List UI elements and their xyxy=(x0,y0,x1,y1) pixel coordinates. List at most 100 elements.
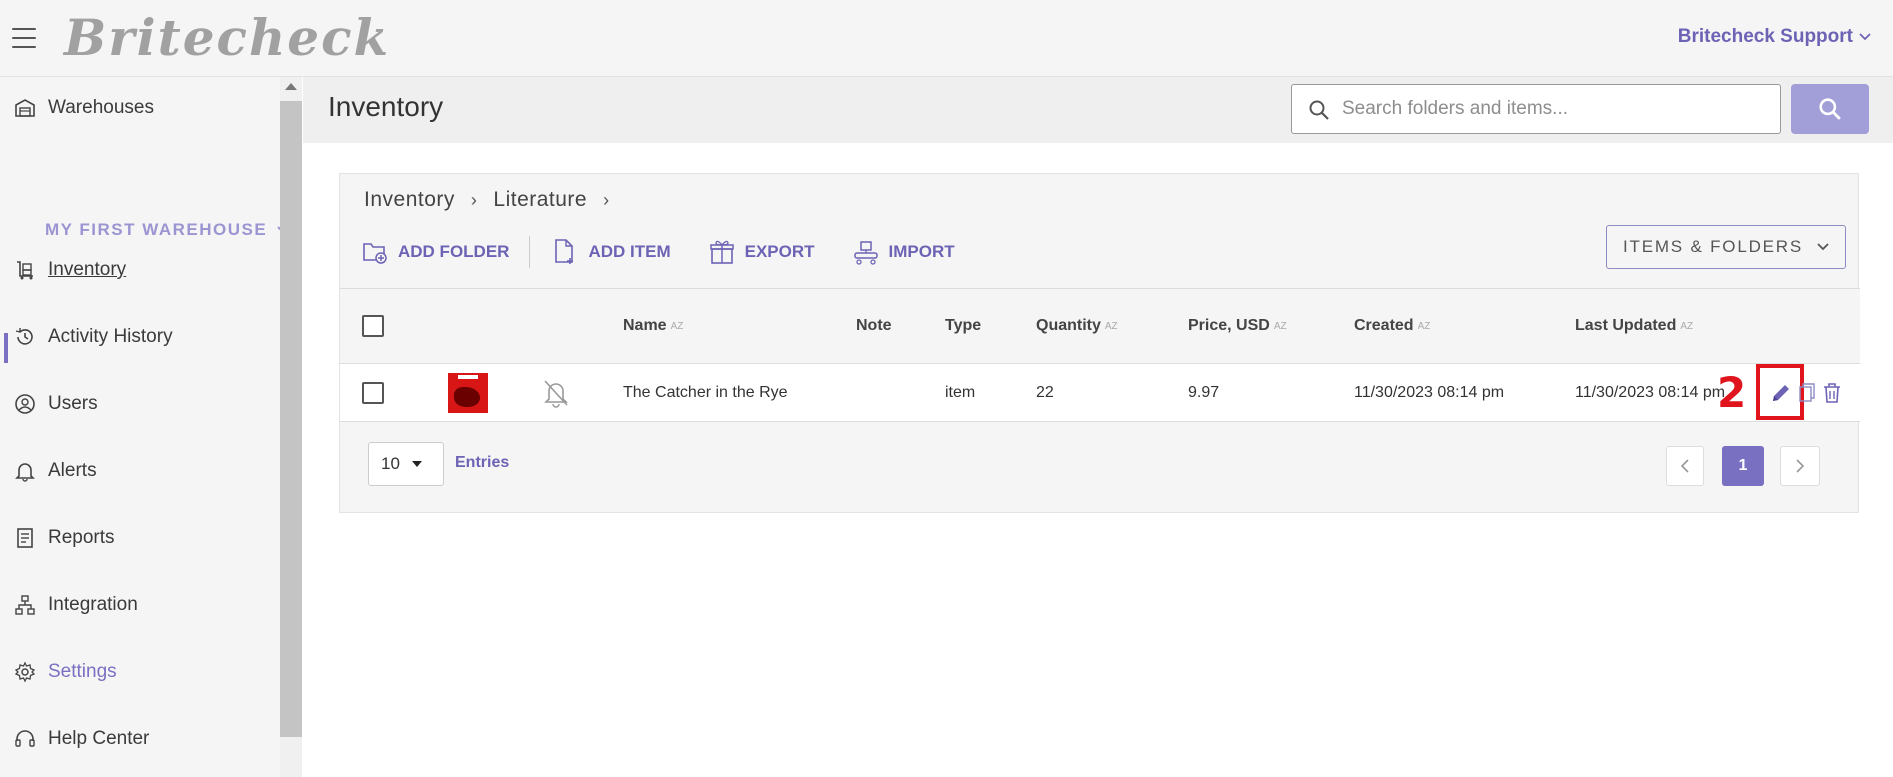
report-icon xyxy=(17,528,33,548)
chevron-right-icon xyxy=(1796,459,1805,473)
toolbar: ADD FOLDER ADD ITEM EXPORT IMPORT xyxy=(362,232,993,272)
export-button[interactable]: EXPORT xyxy=(709,238,815,266)
next-page-button[interactable] xyxy=(1780,446,1820,486)
sidebar-scrollbar[interactable] xyxy=(280,77,302,777)
sort-icon[interactable]: AZ xyxy=(671,321,684,332)
help-icon xyxy=(15,730,35,747)
search-input[interactable] xyxy=(1292,85,1780,133)
bell-icon xyxy=(15,463,35,482)
page-size-select[interactable]: 10 xyxy=(368,442,444,486)
user-icon xyxy=(15,394,35,414)
chevron-down-icon xyxy=(1859,33,1871,41)
bell-off-icon[interactable] xyxy=(542,378,570,408)
add-folder-button[interactable]: ADD FOLDER xyxy=(362,238,509,266)
export-gift-icon xyxy=(709,240,734,264)
sidebar-item-label: Help Center xyxy=(48,728,150,749)
sidebar-item-inventory[interactable]: Inventory xyxy=(14,259,126,281)
sort-icon[interactable]: AZ xyxy=(1105,321,1118,332)
warehouse-selector[interactable]: MY FIRST WAREHOUSE xyxy=(45,220,291,240)
import-button[interactable]: IMPORT xyxy=(853,238,955,266)
sidebar-item-users[interactable]: Users xyxy=(14,393,98,415)
sort-icon[interactable]: AZ xyxy=(1680,321,1693,332)
table-row[interactable]: The Catcher in the Rye item 22 9.97 11/3… xyxy=(340,364,1860,422)
inventory-cart-icon xyxy=(17,261,33,280)
edit-button[interactable] xyxy=(1770,382,1792,404)
search-button[interactable] xyxy=(1791,84,1869,134)
previous-page-button[interactable] xyxy=(1666,446,1704,486)
annotation-marker: 2 xyxy=(1717,368,1747,417)
caret-down-icon xyxy=(411,461,422,467)
entries-label: Entries xyxy=(455,454,510,471)
delete-button[interactable] xyxy=(1822,382,1842,404)
column-header-note: Note xyxy=(856,317,892,334)
view-selector-dropdown[interactable]: ITEMS & FOLDERS xyxy=(1606,225,1846,269)
table-header: Name AZ Note Type Quantity AZ Price, USD AZ… xyxy=(340,288,1860,364)
breadcrumb: Inventory › Literature › xyxy=(364,188,610,212)
row-select-cell xyxy=(362,364,384,421)
add-item-label: ADD ITEM xyxy=(588,242,671,261)
scroll-up-arrow-icon[interactable] xyxy=(285,83,297,90)
warehouse-icon xyxy=(15,99,35,117)
duplicate-button[interactable] xyxy=(1798,382,1816,404)
sidebar-item-label: Activity History xyxy=(48,326,173,347)
chevron-down-icon xyxy=(1817,243,1829,251)
scrollbar-thumb[interactable] xyxy=(280,101,302,737)
search-box[interactable] xyxy=(1291,84,1781,134)
column-header-type: Type xyxy=(945,317,982,334)
item-thumbnail[interactable] xyxy=(448,372,488,413)
import-conveyor-icon xyxy=(853,241,878,265)
sidebar-item-label: Alerts xyxy=(48,460,97,481)
sidebar-item-warehouses[interactable]: Warehouses xyxy=(14,97,154,119)
row-checkbox[interactable] xyxy=(362,381,384,404)
column-header-last-updated[interactable]: Last Updated AZ xyxy=(1575,289,1693,363)
item-created: 11/30/2023 08:14 pm xyxy=(1354,383,1505,401)
menu-icon[interactable] xyxy=(12,28,36,48)
inventory-panel: Inventory › Literature › ADD FOLDER ADD … xyxy=(339,173,1860,513)
item-thumbnail-cell xyxy=(448,364,488,421)
user-menu-label: Britecheck Support xyxy=(1677,26,1853,47)
breadcrumb-item-inventory[interactable]: Inventory xyxy=(364,188,455,212)
sidebar-item-label: Integration xyxy=(48,594,138,615)
pencil-icon xyxy=(1773,384,1789,401)
item-name[interactable]: The Catcher in the Rye xyxy=(623,364,788,421)
network-icon xyxy=(15,595,35,615)
sidebar-item-integration[interactable]: Integration xyxy=(14,594,138,616)
breadcrumb-item-literature[interactable]: Literature xyxy=(493,188,587,212)
column-header-created[interactable]: Created AZ xyxy=(1354,289,1430,363)
item-price: 9.97 xyxy=(1188,383,1220,401)
item-type: item xyxy=(945,383,976,401)
select-all-checkbox[interactable] xyxy=(362,315,384,337)
search-icon xyxy=(1309,100,1329,120)
user-menu[interactable]: Britecheck Support xyxy=(1678,26,1871,48)
britecheck-logo[interactable]: Britecheck xyxy=(64,8,390,67)
page-number-button[interactable]: 1 xyxy=(1722,446,1764,486)
add-folder-icon xyxy=(363,243,387,264)
sidebar-item-activity-history[interactable]: Activity History xyxy=(14,326,173,348)
sidebar-item-help-center[interactable]: Help Center xyxy=(14,728,149,750)
sidebar-item-label: Inventory xyxy=(48,259,127,280)
sort-icon[interactable]: AZ xyxy=(1418,321,1431,332)
select-all-cell xyxy=(362,289,384,363)
item-last-updated: 11/30/2023 08:14 pm xyxy=(1575,383,1726,401)
gear-icon xyxy=(14,661,36,683)
sidebar: Warehouses MY FIRST WAREHOUSE Inventory … xyxy=(0,77,302,777)
copy-icon xyxy=(1799,382,1815,402)
row-actions xyxy=(1770,364,1842,421)
add-item-button[interactable]: ADD ITEM xyxy=(552,238,671,266)
sidebar-item-reports[interactable]: Reports xyxy=(14,527,115,549)
sidebar-item-label: Warehouses xyxy=(48,97,154,118)
sort-icon[interactable]: AZ xyxy=(1274,321,1287,332)
alert-cell xyxy=(542,364,570,421)
column-header-quantity[interactable]: Quantity AZ xyxy=(1036,289,1118,363)
chevron-right-icon: › xyxy=(603,189,610,210)
sidebar-item-settings[interactable]: Settings xyxy=(14,661,117,683)
page-size-value: 10 xyxy=(381,454,400,473)
top-bar: Britecheck Britecheck Support xyxy=(0,0,1893,77)
sidebar-item-alerts[interactable]: Alerts xyxy=(14,460,97,482)
table-footer: 10 Entries 1 xyxy=(340,422,1860,512)
column-header-name[interactable]: Name AZ xyxy=(623,289,683,363)
sidebar-item-label: Reports xyxy=(48,527,115,548)
toolbar-divider xyxy=(529,236,531,268)
add-folder-label: ADD FOLDER xyxy=(398,242,510,261)
column-header-price[interactable]: Price, USD AZ xyxy=(1188,289,1287,363)
